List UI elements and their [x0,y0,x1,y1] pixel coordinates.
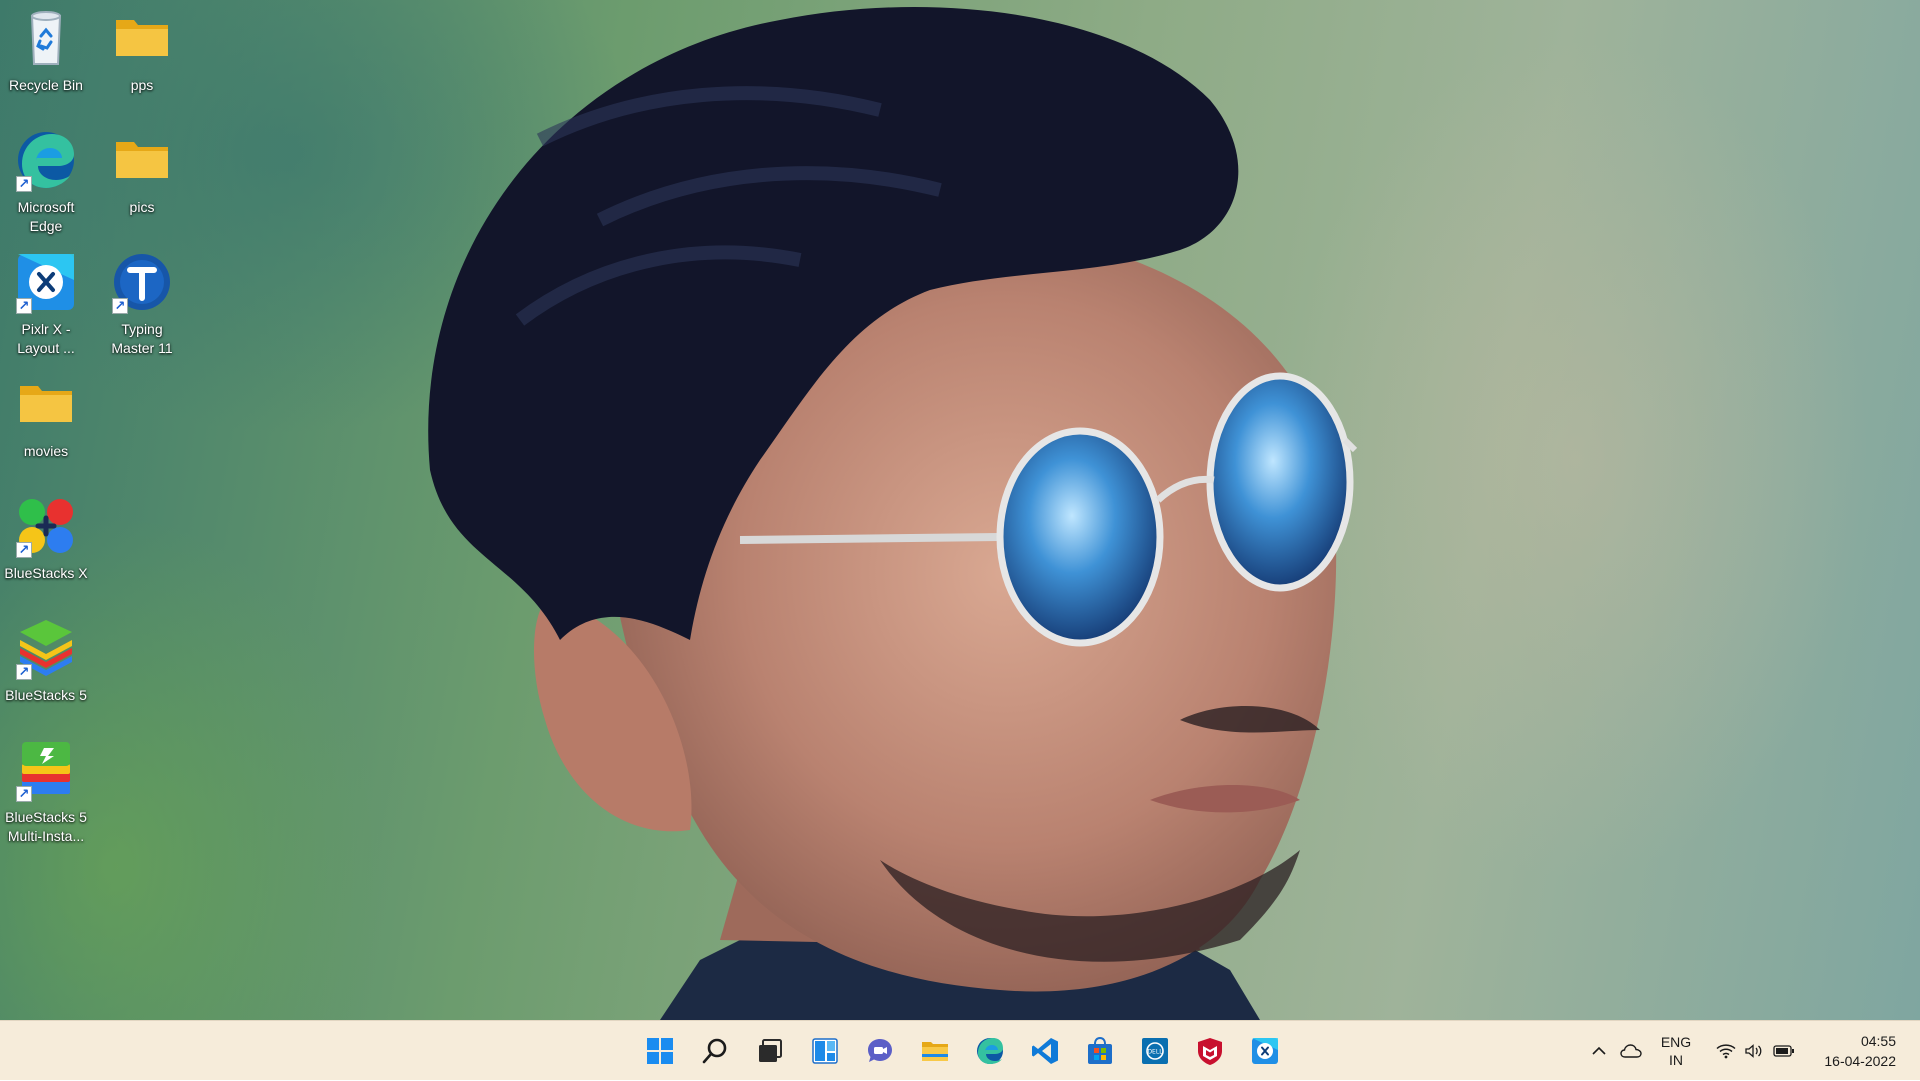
file-explorer-button[interactable] [913,1031,957,1071]
chat-icon [868,1039,892,1062]
desktop-icon-label: pics [129,199,155,215]
mcafee-button[interactable] [1188,1031,1232,1071]
volume-button[interactable] [1740,1021,1768,1081]
recycle-bin-icon [14,6,78,70]
chat-button[interactable] [858,1031,902,1071]
desktop: Recycle Bin pps ↗ Microsoft Edge pics ↗ … [0,0,1920,1020]
start-icon [647,1038,673,1064]
shortcut-arrow-icon: ↗ [16,176,32,192]
task-view-button[interactable] [748,1031,792,1071]
vscode-icon [1032,1038,1058,1064]
shortcut-arrow-icon: ↗ [16,298,32,314]
clock[interactable]: 04:55 16-04-2022 [1800,1031,1920,1071]
dell-icon: DELL [1142,1038,1168,1064]
mcafee-icon [1198,1038,1222,1065]
desktop-icon-label: Typing Master 11 [111,321,173,356]
edge-taskbar-button[interactable] [968,1031,1012,1071]
volume-icon [1745,1044,1762,1058]
onedrive-button[interactable] [1614,1021,1648,1081]
start-button[interactable] [638,1031,682,1071]
pixlr-icon [1252,1038,1278,1064]
pixlr-taskbar-button[interactable] [1243,1031,1287,1071]
edge-icon: ↗ [14,128,78,192]
clock-date: 16-04-2022 [1824,1053,1896,1069]
desktop-icon-recycle-bin[interactable]: Recycle Bin [2,6,90,95]
folder-icon [14,372,78,436]
system-tray: ENG IN 04:55 16-04-2022 [1584,1021,1920,1081]
file-explorer-icon [922,1042,948,1061]
widgets-button[interactable] [803,1031,847,1071]
desktop-icon-label: BlueStacks 5 Multi-Insta... [5,809,87,844]
desktop-icon-label: BlueStacks 5 [5,687,87,703]
chevron-up-icon [1592,1046,1606,1055]
language-region: IN [1669,1052,1683,1068]
desktop-icon-label: BlueStacks X [4,565,88,581]
folder-icon [110,128,174,192]
wallpaper-image [428,6,1358,1020]
desktop-icon-label: movies [23,443,69,459]
shortcut-arrow-icon: ↗ [16,664,32,680]
edge-icon [977,1038,1003,1064]
bluestacks-x-icon: ↗ [14,494,78,558]
language-indicator[interactable]: ENG IN [1648,1033,1704,1069]
search-icon [702,1038,727,1064]
desktop-icon-movies[interactable]: movies [2,372,90,461]
desktop-icon-pps[interactable]: pps [98,6,186,95]
folder-icon [110,6,174,70]
desktop-icon-bluestacks-5[interactable]: ↗ BlueStacks 5 [2,616,90,705]
desktop-icon-pixlr-x[interactable]: ↗ Pixlr X - Layout ... [2,250,90,358]
taskbar: DELL ENG IN 04:55 16-04-2022 [0,1020,1920,1080]
pixlr-icon: ↗ [14,250,78,314]
desktop-icon-label: Microsoft Edge [17,199,75,234]
typing-master-icon: ↗ [110,250,174,314]
wifi-button[interactable] [1712,1021,1740,1081]
battery-icon [1773,1045,1794,1057]
microsoft-store-button[interactable] [1078,1031,1122,1071]
onedrive-cloud-icon [1620,1044,1642,1058]
desktop-icon-microsoft-edge[interactable]: ↗ Microsoft Edge [2,128,90,236]
svg-text:DELL: DELL [1147,1049,1163,1056]
shortcut-arrow-icon: ↗ [112,298,128,314]
show-hidden-icons-button[interactable] [1584,1021,1614,1081]
vscode-button[interactable] [1023,1031,1067,1071]
wifi-icon [1716,1044,1736,1059]
search-button[interactable] [693,1031,737,1071]
desktop-icon-bluestacks-x[interactable]: ↗ BlueStacks X [2,494,90,583]
task-view-icon [759,1039,782,1062]
microsoft-store-icon [1088,1036,1112,1064]
shortcut-arrow-icon: ↗ [16,786,32,802]
battery-button[interactable] [1768,1021,1800,1081]
bluestacks-multi-instance-icon: ↗ [14,738,78,802]
shortcut-arrow-icon: ↗ [16,542,32,558]
desktop-icon-label: Pixlr X - Layout ... [17,321,75,356]
desktop-icon-bluestacks-multi-instance[interactable]: ↗ BlueStacks 5 Multi-Insta... [2,738,90,846]
dell-button[interactable]: DELL [1133,1031,1177,1071]
widgets-icon [812,1038,838,1064]
desktop-icon-label: pps [130,77,154,93]
language-code: ENG [1660,1034,1692,1050]
desktop-icon-label: Recycle Bin [9,77,83,93]
desktop-icon-pics[interactable]: pics [98,128,186,217]
bluestacks-5-icon: ↗ [14,616,78,680]
taskbar-pinned-apps: DELL [638,1031,1287,1071]
clock-time: 04:55 [1860,1033,1896,1049]
desktop-icon-typing-master[interactable]: ↗ Typing Master 11 [98,250,186,358]
